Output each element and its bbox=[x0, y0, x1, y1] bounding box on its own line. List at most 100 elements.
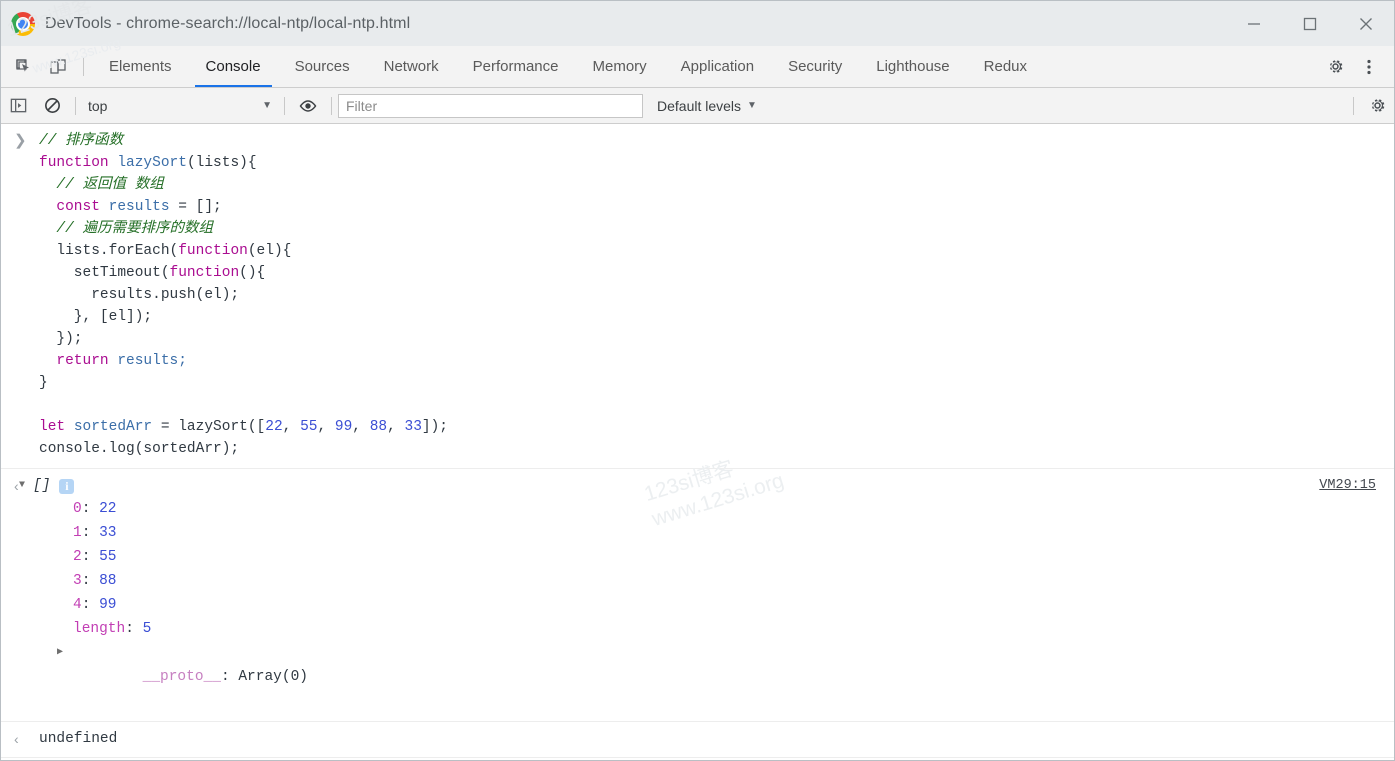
more-vertical-icon[interactable] bbox=[1352, 46, 1386, 88]
property-colon: : bbox=[81, 501, 100, 517]
console-message-list: ❯ // 排序函数 function lazySort(lists){ // 返回… bbox=[1, 124, 1394, 760]
tab-label: Sources bbox=[294, 58, 350, 75]
close-button[interactable] bbox=[1338, 1, 1394, 46]
tab-console[interactable]: Console bbox=[189, 46, 278, 87]
property-value: 99 bbox=[99, 597, 117, 613]
property-value: 33 bbox=[99, 525, 117, 541]
tab-label: Elements bbox=[109, 58, 172, 75]
code-token: , bbox=[282, 419, 301, 435]
live-expression-eye-icon[interactable] bbox=[291, 88, 325, 124]
property-key: length bbox=[73, 621, 126, 637]
code-line: // 排序函数 bbox=[39, 130, 1394, 152]
tab-label: Console bbox=[205, 58, 261, 75]
proto-value: Array(0) bbox=[238, 669, 308, 685]
tab-label: Lighthouse bbox=[876, 58, 950, 75]
property-colon: : bbox=[81, 573, 100, 589]
chevron-down-icon: ▼ bbox=[262, 100, 272, 111]
minimize-button[interactable] bbox=[1226, 1, 1282, 46]
tab-network[interactable]: Network bbox=[367, 46, 456, 87]
tab-lighthouse[interactable]: Lighthouse bbox=[859, 46, 966, 87]
maximize-button[interactable] bbox=[1282, 1, 1338, 46]
tab-security[interactable]: Security bbox=[771, 46, 859, 87]
property-colon: : bbox=[81, 597, 100, 613]
array-properties: 0: 22 1: 33 2: 55 3: 88 4: 99 length: 5 bbox=[39, 497, 1394, 641]
code-token: } bbox=[39, 375, 48, 391]
tab-label: Redux bbox=[983, 58, 1028, 75]
code-token: , bbox=[317, 419, 335, 435]
tab-sources[interactable]: Sources bbox=[278, 46, 367, 87]
tab-label: Memory bbox=[592, 58, 647, 75]
code-token: results bbox=[108, 199, 179, 215]
property-colon: : bbox=[125, 621, 143, 637]
code-token: (){ bbox=[239, 265, 266, 281]
code-line: // 遍历需要排序的数组 bbox=[39, 218, 1394, 240]
code-line: }, [el]); bbox=[39, 306, 1394, 328]
code-line: const results = []; bbox=[39, 196, 1394, 218]
window-title: DevTools - chrome-search://local-ntp/loc… bbox=[45, 14, 411, 32]
code-line: return results; bbox=[39, 350, 1394, 372]
expand-triangle-icon[interactable]: ▼ bbox=[19, 475, 33, 497]
gear-icon[interactable] bbox=[1360, 88, 1394, 124]
log-level-selector[interactable]: Default levels ▼ bbox=[657, 98, 757, 114]
code-token: // 排序函数 bbox=[39, 133, 124, 149]
array-property-row: 1: 33 bbox=[39, 521, 1394, 545]
execution-context-selector[interactable]: top ▼ bbox=[82, 95, 278, 117]
code-token: results.push(el); bbox=[39, 287, 240, 303]
code-token: = lazySort([ bbox=[160, 419, 266, 435]
console-result-message: ‹ ▼ [] i VM29:15 0: 22 1: 33 2: 55 3: 88 4: … bbox=[1, 469, 1394, 722]
log-level-label: Default levels bbox=[657, 97, 742, 114]
device-toolbar-icon[interactable] bbox=[41, 46, 75, 87]
code-token: setTimeout( bbox=[39, 265, 170, 281]
console-toolbar: top ▼ Default levels ▼ bbox=[1, 88, 1394, 124]
code-token: (lists){ bbox=[186, 155, 257, 171]
code-token: 22 bbox=[265, 419, 283, 435]
code-token: const bbox=[56, 199, 109, 215]
tab-memory[interactable]: Memory bbox=[576, 46, 664, 87]
code-token: lazySort bbox=[117, 155, 187, 171]
tab-label: Application bbox=[680, 58, 755, 75]
code-line: lists.forEach(function(el){ bbox=[39, 240, 1394, 262]
tab-elements[interactable]: Elements bbox=[92, 46, 189, 87]
undefined-text: undefined bbox=[39, 731, 118, 747]
property-colon: : bbox=[81, 549, 100, 565]
property-key: 3 bbox=[73, 573, 82, 589]
code-token: console.log(sortedArr); bbox=[39, 441, 240, 457]
code-line: console.log(sortedArr); bbox=[39, 438, 1394, 460]
array-property-row: 4: 99 bbox=[39, 593, 1394, 617]
toolbar-divider bbox=[83, 57, 84, 76]
toolbar-divider bbox=[331, 96, 332, 115]
code-token: = []; bbox=[178, 199, 222, 215]
code-token: let bbox=[39, 419, 74, 435]
code-line: // 返回值 数组 bbox=[39, 174, 1394, 196]
array-property-row: 2: 55 bbox=[39, 545, 1394, 569]
tab-performance[interactable]: Performance bbox=[456, 46, 576, 87]
code-token: results; bbox=[117, 353, 187, 369]
code-token: // 遍历需要排序的数组 bbox=[56, 221, 214, 237]
code-line: function lazySort(lists){ bbox=[39, 152, 1394, 174]
tab-label: Security bbox=[788, 58, 843, 75]
tab-application[interactable]: Application bbox=[664, 46, 771, 87]
code-line: } bbox=[39, 372, 1394, 394]
clear-console-icon[interactable] bbox=[35, 88, 69, 124]
console-sidebar-icon[interactable] bbox=[1, 88, 35, 124]
tab-redux[interactable]: Redux bbox=[967, 46, 1044, 87]
proto-row[interactable]: ▶ __proto__: Array(0) bbox=[39, 641, 1394, 713]
expand-triangle-icon[interactable]: ▶ bbox=[57, 641, 63, 665]
input-chevron-icon: ❯ bbox=[14, 132, 27, 149]
code-token: function bbox=[178, 243, 248, 259]
array-preview-header[interactable]: ▼ [] i bbox=[19, 475, 1394, 497]
code-token: sortedArr bbox=[73, 419, 161, 435]
panel-tabs: Elements Console Sources Network Perform… bbox=[92, 46, 1297, 87]
property-key: 4 bbox=[73, 597, 82, 613]
search-input[interactable] bbox=[338, 93, 643, 118]
property-key: 2 bbox=[73, 549, 82, 565]
source-location-link[interactable]: VM29:15 bbox=[1319, 475, 1376, 497]
gear-icon[interactable] bbox=[1318, 46, 1352, 88]
tab-label: Network bbox=[383, 58, 439, 75]
code-token: 99 bbox=[334, 419, 353, 435]
inspect-element-icon[interactable] bbox=[7, 46, 41, 87]
